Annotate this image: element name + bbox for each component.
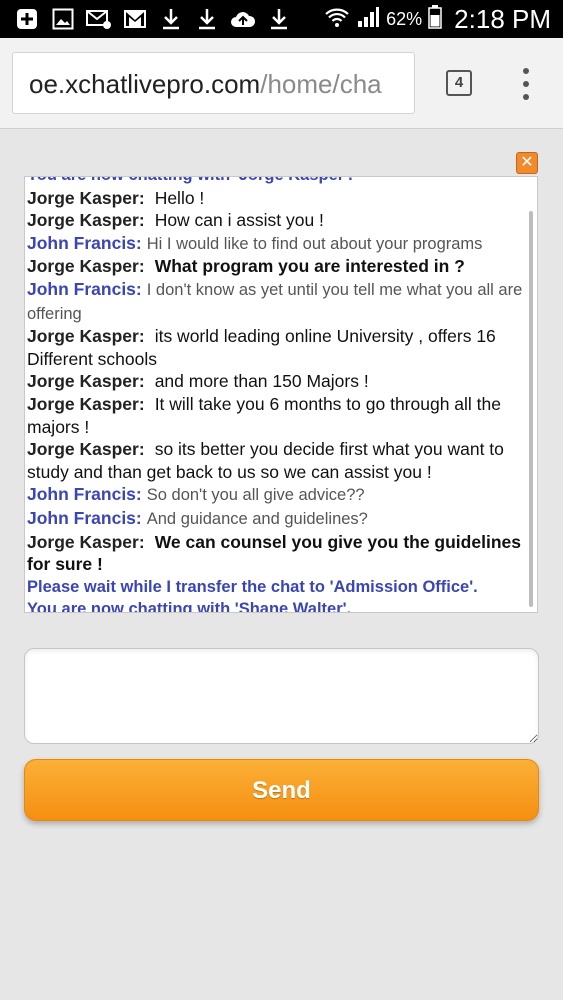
image-icon <box>50 6 76 32</box>
download-icon <box>194 6 220 32</box>
agent-message: Jorge Kasper: It will take you 6 months t… <box>27 393 529 438</box>
message-text: And guidance and guidelines? <box>146 509 368 528</box>
battery-percent: 62% <box>386 8 423 29</box>
system-status: 62% 2:18 PM <box>324 0 551 38</box>
gmail-icon <box>122 6 148 32</box>
agent-message: Jorge Kasper: What program you are intere… <box>27 255 529 278</box>
send-button[interactable]: Send <box>24 759 539 821</box>
add-icon <box>14 6 40 32</box>
agent-message: Jorge Kasper: its world leading online Un… <box>27 325 529 370</box>
overflow-menu-icon[interactable] <box>518 68 534 100</box>
sender-name: Jorge Kasper: <box>27 371 145 392</box>
status-bar: 62% 2:18 PM <box>0 0 563 38</box>
voicemail-icon <box>86 6 112 32</box>
browser-toolbar: oe.xchatlivepro.com/home/cha 4 <box>0 38 563 129</box>
agent-message: Jorge Kasper: Hello ! <box>27 187 529 210</box>
clock: 2:18 PM <box>454 3 551 34</box>
sender-name: Jorge Kasper: <box>27 393 145 414</box>
sender-name: Jorge Kasper: <box>27 187 145 208</box>
sender-name: Jorge Kasper: <box>27 531 145 552</box>
url-bar[interactable]: oe.xchatlivepro.com/home/cha <box>12 52 415 114</box>
message-text: and more than 150 Majors ! <box>154 371 369 392</box>
sender-name: Jorge Kasper: <box>27 439 145 460</box>
url-host: oe.xchatlivepro.com <box>29 69 261 99</box>
message-input[interactable] <box>24 648 539 744</box>
user-message: John Francis: And guidance and guidelines… <box>27 507 529 531</box>
url-path: /home/cha <box>260 69 382 99</box>
system-message: You are now chatting with 'Jorge Kasper'… <box>27 177 529 187</box>
sender-name: Jorge Kasper: <box>27 326 145 347</box>
battery-icon <box>428 4 442 34</box>
message-text: What program you are interested in ? <box>154 256 465 277</box>
message-text: How can i assist you ! <box>154 210 324 231</box>
user-message: John Francis: So don't you all give advic… <box>27 483 529 507</box>
message-text: Hi I would like to find out about your p… <box>146 234 483 253</box>
user-message: John Francis: I don't know as yet until y… <box>27 278 529 325</box>
sender-name: John Francis: <box>27 484 142 505</box>
agent-message: Jorge Kasper: We can counsel you give you… <box>27 531 529 576</box>
agent-message: Jorge Kasper: so its better you decide fi… <box>27 438 529 483</box>
sender-name: John Francis: <box>27 507 142 528</box>
user-message: John Francis: Hi I would like to find out… <box>27 232 529 256</box>
system-message: You are now chatting with 'Shane Walter'… <box>27 600 352 613</box>
download-icon <box>158 6 184 32</box>
chat-transcript[interactable]: You are now chatting with 'Jorge Kasper'… <box>24 176 538 613</box>
message-text: So don't you all give advice?? <box>146 486 365 505</box>
message-list: You are now chatting with 'Jorge Kasper'… <box>27 177 529 613</box>
signal-icon <box>356 6 380 33</box>
agent-message: Jorge Kasper: How can i assist you ! <box>27 209 529 232</box>
sender-name: Jorge Kasper: <box>27 210 145 231</box>
message-text: Hello ! <box>154 187 205 208</box>
system-message: Please wait while I transfer the chat to… <box>27 577 478 596</box>
tab-switcher-button[interactable]: 4 <box>446 70 472 96</box>
sender-name: John Francis: <box>27 232 142 253</box>
wifi-icon <box>324 6 350 33</box>
agent-message: Jorge Kasper: and more than 150 Majors ! <box>27 370 529 393</box>
chat-scrollbar[interactable] <box>529 211 533 607</box>
upload-cloud-icon <box>230 6 256 32</box>
sender-name: John Francis: <box>27 278 142 299</box>
close-chat-button[interactable]: ✕ <box>516 152 538 174</box>
notification-icons <box>14 6 292 32</box>
download-icon <box>266 6 292 32</box>
sender-name: Jorge Kasper: <box>27 256 145 277</box>
